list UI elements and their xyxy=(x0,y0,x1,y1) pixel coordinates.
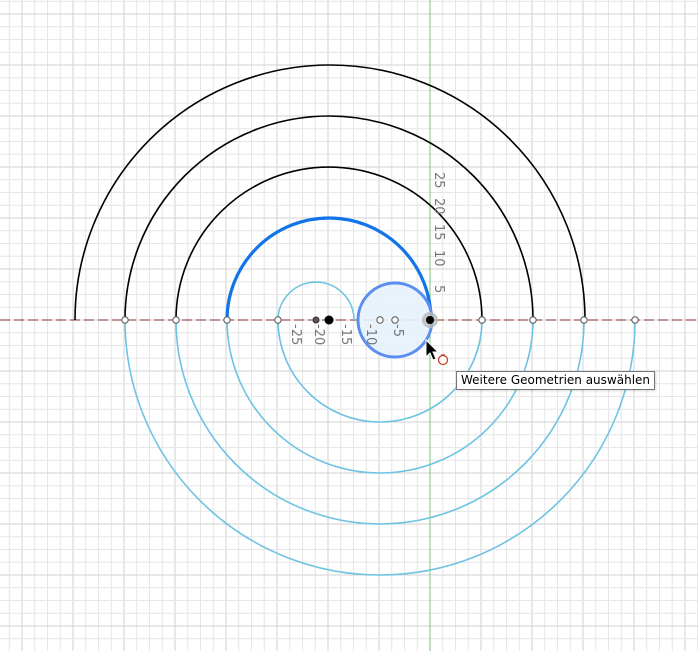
x-tick-label: -25 xyxy=(288,324,303,345)
x-tick-label: -5 xyxy=(390,324,405,337)
sketch-point[interactable] xyxy=(274,316,282,324)
sketch-point[interactable] xyxy=(529,316,537,324)
y-tick-label: 10 xyxy=(431,250,446,267)
sketch-canvas[interactable]: -25 -20 -15 -10 -5 25 20 15 10 5 xyxy=(0,0,698,651)
sketch-point[interactable] xyxy=(376,316,384,324)
sketch-point[interactable] xyxy=(172,316,180,324)
sketch-point[interactable] xyxy=(580,316,588,324)
sketch-point[interactable] xyxy=(312,316,320,324)
sketch-point[interactable] xyxy=(391,316,399,324)
sketch-point[interactable] xyxy=(223,316,231,324)
x-tick-label: -10 xyxy=(363,324,378,345)
y-tick-label: 15 xyxy=(431,224,446,241)
sketch-point[interactable] xyxy=(631,316,639,324)
select-more-badge-icon xyxy=(437,354,449,366)
y-axis-tick-labels: 25 20 15 10 5 xyxy=(431,172,446,293)
origin-point[interactable] xyxy=(426,316,434,324)
y-tick-label: 25 xyxy=(431,172,446,189)
y-tick-label: 20 xyxy=(431,198,446,215)
sketch-point[interactable] xyxy=(478,316,486,324)
y-tick-label: 5 xyxy=(431,285,446,293)
tooltip: Weitere Geometrien auswählen xyxy=(456,371,656,390)
arrow-pointer-icon xyxy=(425,338,440,361)
x-tick-label: -15 xyxy=(338,324,353,345)
center-point-fixed[interactable] xyxy=(324,315,334,325)
sketch-point[interactable] xyxy=(121,316,129,324)
x-tick-label: -20 xyxy=(311,324,326,345)
